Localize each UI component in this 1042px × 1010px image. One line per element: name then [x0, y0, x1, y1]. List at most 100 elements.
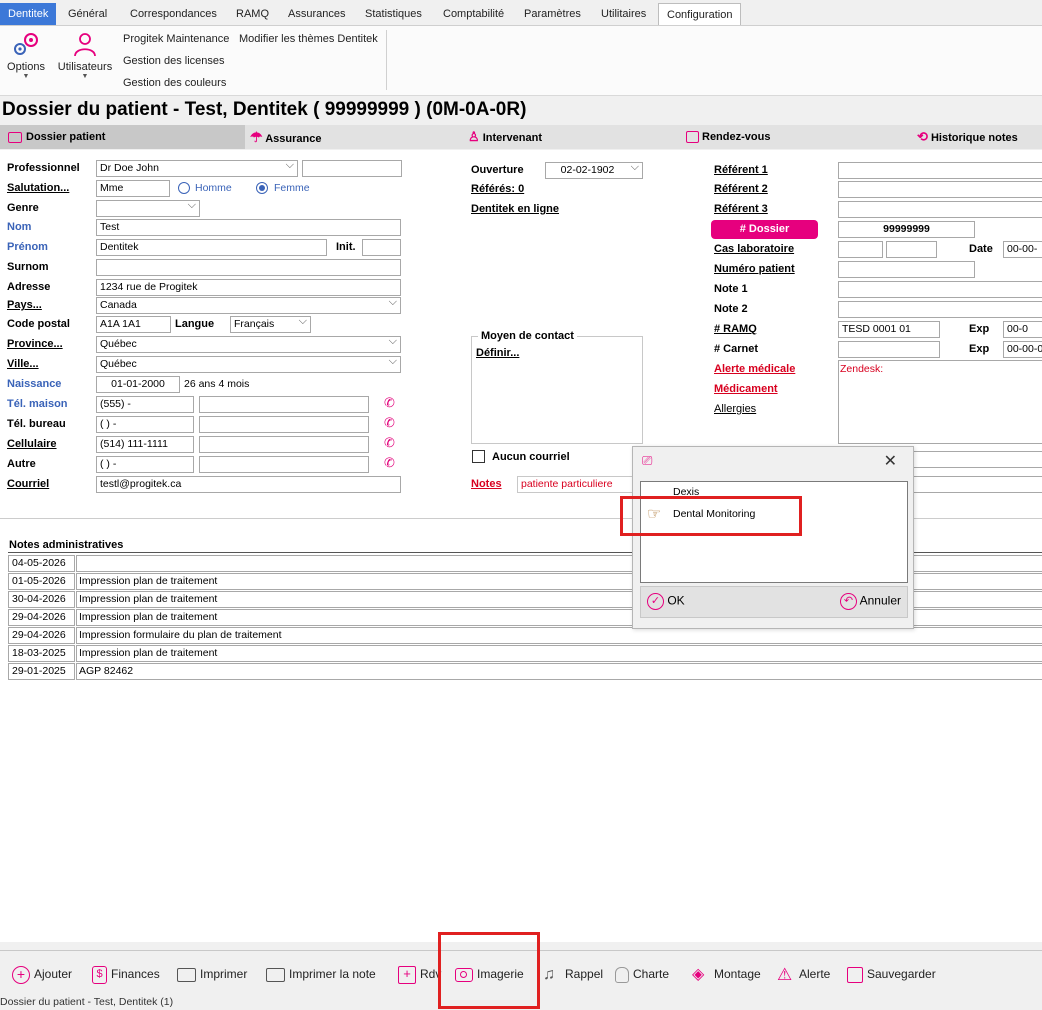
carnet-field[interactable]: [838, 341, 940, 358]
tab-assurance[interactable]: ☂ Assurance: [250, 125, 321, 149]
femme-radio[interactable]: [256, 182, 268, 194]
imprimer-button[interactable]: Imprimer: [177, 959, 247, 989]
medicament-link[interactable]: Médicament: [714, 383, 778, 395]
menu-tab-correspondances[interactable]: Correspondances: [122, 3, 225, 25]
progitek-maintenance-link[interactable]: Progitek Maintenance: [123, 33, 229, 45]
extra-field-2[interactable]: [912, 476, 1042, 493]
ajouter-button[interactable]: + Ajouter: [12, 959, 72, 989]
date-field[interactable]: 00-00-: [1003, 241, 1042, 258]
ville-select[interactable]: Québec: [96, 356, 401, 373]
cellulaire-label[interactable]: Cellulaire: [7, 438, 57, 450]
courriel-label[interactable]: Courriel: [7, 478, 49, 490]
finances-button[interactable]: $ Finances: [92, 959, 160, 989]
tab-historique-notes[interactable]: ⟲ Historique notes: [917, 125, 1018, 149]
cas-laboratoire-field[interactable]: [838, 241, 883, 258]
color-management-link[interactable]: Gestion des couleurs: [123, 77, 226, 89]
autre-ext-field[interactable]: [199, 456, 369, 473]
alerte-medicale-link[interactable]: Alerte médicale: [714, 363, 795, 375]
ramq-field[interactable]: TESD 0001 01: [838, 321, 940, 338]
phone-icon[interactable]: ✆: [384, 435, 395, 451]
code-postal-field[interactable]: A1A 1A1: [96, 316, 171, 333]
sauvegarder-button[interactable]: Sauvegarder: [847, 959, 936, 989]
dentitek-en-ligne-link[interactable]: Dentitek en ligne: [471, 203, 559, 215]
referent3-field[interactable]: [838, 201, 1042, 218]
genre-select[interactable]: [96, 200, 200, 217]
professionnel-select[interactable]: Dr Doe John: [96, 160, 298, 177]
nom-field[interactable]: Test: [96, 219, 401, 236]
menu-tab-utilitaires[interactable]: Utilitaires: [593, 3, 654, 25]
cellulaire-field[interactable]: (514) 111-1111: [96, 436, 194, 453]
numero-patient-label[interactable]: Numéro patient: [714, 263, 795, 275]
rappel-button[interactable]: ♫ Rappel: [543, 959, 603, 989]
menu-tab-ramq[interactable]: RAMQ: [228, 3, 277, 25]
ok-button[interactable]: ✓ OK: [647, 593, 685, 610]
montage-button[interactable]: ◈ Montage: [692, 959, 761, 989]
ramq-exp-field[interactable]: 00-0: [1003, 321, 1042, 338]
users-button[interactable]: Utilisateurs ▼: [56, 30, 114, 80]
charte-button[interactable]: Charte: [615, 959, 669, 989]
alerte-button[interactable]: ⚠ Alerte: [777, 959, 830, 989]
province-select[interactable]: Québec: [96, 336, 401, 353]
phone-icon[interactable]: ✆: [384, 415, 395, 431]
referent1-field[interactable]: [838, 162, 1042, 179]
pays-label[interactable]: Pays...: [7, 299, 42, 311]
salutation-field[interactable]: Mme: [96, 180, 170, 197]
referent2-field[interactable]: [838, 181, 1042, 198]
extra-field-1[interactable]: [912, 451, 1042, 468]
options-button[interactable]: Options ▼: [4, 30, 48, 80]
referent2-label[interactable]: Référent 2: [714, 183, 768, 195]
phone-icon[interactable]: ✆: [384, 455, 395, 471]
referent3-label[interactable]: Référent 3: [714, 203, 768, 215]
cellulaire-ext-field[interactable]: [199, 436, 369, 453]
homme-radio[interactable]: [178, 182, 190, 194]
professionnel-extra-field[interactable]: [302, 160, 402, 177]
tel-maison-ext-field[interactable]: [199, 396, 369, 413]
courriel-field[interactable]: testl@progitek.ca: [96, 476, 401, 493]
menu-tab-parametres[interactable]: Paramètres: [516, 3, 589, 25]
menu-tab-comptabilite[interactable]: Comptabilité: [435, 3, 512, 25]
init-field[interactable]: [362, 239, 401, 256]
notes-label[interactable]: Notes: [471, 478, 502, 490]
note1-field[interactable]: [838, 281, 1042, 298]
pays-select[interactable]: Canada: [96, 297, 401, 314]
salutation-label[interactable]: Salutation...: [7, 182, 69, 194]
ville-label[interactable]: Ville...: [7, 358, 39, 370]
rdv-button[interactable]: + Rdv: [398, 959, 441, 989]
menu-tab-configuration[interactable]: Configuration: [658, 3, 742, 25]
close-icon[interactable]: ✕: [884, 451, 897, 471]
numero-patient-field[interactable]: [838, 261, 975, 278]
definir-link[interactable]: Définir...: [476, 347, 519, 359]
carnet-exp-field[interactable]: 00-00-0: [1003, 341, 1042, 358]
ramq-label[interactable]: # RAMQ: [714, 323, 757, 335]
phone-icon[interactable]: ✆: [384, 395, 395, 411]
note2-field[interactable]: [838, 301, 1042, 318]
imprimer-note-button[interactable]: Imprimer la note: [266, 959, 376, 989]
cas-laboratoire-field-2[interactable]: [886, 241, 937, 258]
modify-themes-link[interactable]: Modifier les thèmes Dentitek: [239, 33, 378, 45]
tab-dossier-patient[interactable]: Dossier patient: [0, 125, 245, 149]
surnom-field[interactable]: [96, 259, 401, 276]
menu-tab-dentitek[interactable]: Dentitek: [0, 3, 57, 25]
autre-field[interactable]: ( ) -: [96, 456, 194, 473]
province-label[interactable]: Province...: [7, 338, 63, 350]
license-management-link[interactable]: Gestion des licenses: [123, 55, 225, 67]
langue-select[interactable]: Français: [230, 316, 311, 333]
ouverture-field[interactable]: 02-02-1902: [545, 162, 643, 179]
menu-tab-assurances[interactable]: Assurances: [280, 3, 353, 25]
naissance-field[interactable]: 01-01-2000: [96, 376, 180, 393]
adresse-field[interactable]: 1234 rue de Progitek: [96, 279, 401, 296]
tab-intervenant[interactable]: ♙ Intervenant: [468, 125, 542, 149]
notes-field[interactable]: patiente particuliere: [517, 476, 647, 493]
referes-link[interactable]: Référés: 0: [471, 183, 524, 195]
cas-laboratoire-label[interactable]: Cas laboratoire: [714, 243, 794, 255]
referent1-label[interactable]: Référent 1: [714, 164, 768, 176]
prenom-field[interactable]: Dentitek: [96, 239, 327, 256]
menu-tab-general[interactable]: Général: [60, 3, 115, 25]
alert-textarea[interactable]: Zendesk:: [838, 360, 1042, 444]
cancel-button[interactable]: ↶ Annuler: [839, 593, 901, 610]
aucun-courriel-checkbox[interactable]: [472, 450, 485, 463]
allergies-link[interactable]: Allergies: [714, 403, 756, 415]
tel-maison-field[interactable]: (555) -: [96, 396, 194, 413]
menu-tab-statistiques[interactable]: Statistiques: [357, 3, 430, 25]
tel-bureau-field[interactable]: ( ) -: [96, 416, 194, 433]
